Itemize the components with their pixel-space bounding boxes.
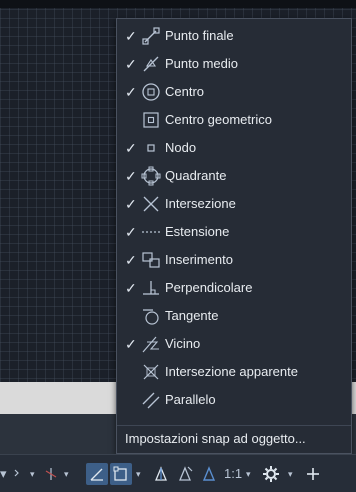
- menu-item-label: Intersezione: [165, 196, 236, 211]
- annotation-monitor-button[interactable]: [302, 463, 324, 485]
- check-mark: ✓: [125, 28, 137, 44]
- isodraft-button[interactable]: [40, 463, 62, 485]
- dropdown-caret[interactable]: ▾: [64, 465, 69, 483]
- intersection-icon: [143, 196, 159, 212]
- scale-label[interactable]: 1:1: [224, 465, 242, 483]
- menu-item-inserimento[interactable]: ✓ Inserimento: [117, 247, 351, 273]
- extension-icon: [142, 231, 160, 233]
- tangent-icon: [143, 309, 159, 325]
- plus-icon: [307, 468, 319, 480]
- menu-item-nodo[interactable]: ✓ Nodo: [117, 135, 351, 161]
- check-mark: ✓: [125, 336, 137, 352]
- menu-item-centro-geometrico[interactable]: Centro geometrico: [117, 107, 351, 133]
- menu-item-intersezione[interactable]: ✓ Intersezione: [117, 191, 351, 217]
- annotation-scale-button[interactable]: [198, 463, 220, 485]
- polar-tracking-icon: [90, 468, 103, 481]
- left-chevron-icon[interactable]: [12, 466, 22, 480]
- menu-item-label: Parallelo: [165, 392, 216, 407]
- workspace-button[interactable]: [260, 463, 282, 485]
- polar-tracking-button[interactable]: [86, 463, 108, 485]
- menu-item-centro[interactable]: ✓ Centro: [117, 79, 351, 105]
- apparent-intersection-icon: [143, 364, 159, 380]
- annotation-visibility-button[interactable]: [150, 463, 172, 485]
- check-mark: ✓: [125, 280, 137, 296]
- object-snap-menu: ✓ Punto finale ✓ Punto medio ✓ Centro Ce…: [116, 18, 352, 454]
- status-caret[interactable]: ▾: [0, 465, 7, 483]
- check-mark: ✓: [125, 224, 137, 240]
- menu-item-punto-finale[interactable]: ✓ Punto finale: [117, 23, 351, 49]
- object-snap-icon: [113, 466, 127, 481]
- status-bar: ▾ ▾ ▾ ▾ 1:1 ▾ ▾: [0, 454, 356, 492]
- menu-separator: [117, 425, 351, 426]
- menu-item-label: Perpendicolare: [165, 280, 253, 295]
- annotation-scale-icon: [202, 466, 216, 481]
- center-icon: [142, 83, 160, 101]
- menu-item-label: Intersezione apparente: [165, 364, 298, 379]
- menu-item-estensione[interactable]: ✓ Estensione: [117, 219, 351, 245]
- menu-item-label: Centro: [165, 84, 205, 99]
- isodraft-icon: [45, 468, 57, 480]
- insertion-icon: [142, 252, 160, 268]
- auto-scale-button[interactable]: [174, 463, 196, 485]
- menu-item-label: Inserimento: [165, 252, 233, 267]
- perpendicular-icon: [143, 281, 159, 295]
- menu-item-label: Estensione: [165, 224, 230, 239]
- geometric-center-icon: [143, 112, 159, 128]
- menu-item-label: Tangente: [165, 308, 219, 323]
- node-icon: [147, 144, 155, 152]
- menu-item-label: Punto medio: [165, 56, 238, 71]
- gear-icon: [263, 466, 279, 482]
- scale-dropdown[interactable]: ▾: [246, 465, 251, 483]
- check-mark: ✓: [125, 56, 137, 72]
- menu-item-perpendicolare[interactable]: ✓ Perpendicolare: [117, 275, 351, 301]
- object-snap-dropdown[interactable]: ▾: [136, 465, 141, 483]
- menu-item-label: Vicino: [165, 336, 201, 351]
- check-mark: ✓: [125, 252, 137, 268]
- annotation-visibility-icon: [155, 466, 167, 481]
- auto-scale-icon: [179, 466, 193, 481]
- menu-item-label: Quadrante: [165, 168, 227, 183]
- menu-item-label: Punto finale: [165, 28, 234, 43]
- check-mark: ✓: [125, 196, 137, 212]
- menu-item-tangente[interactable]: Tangente: [117, 303, 351, 329]
- parallel-icon: [142, 392, 160, 409]
- menu-item-label: Centro geometrico: [165, 112, 272, 127]
- menu-item-vicino[interactable]: ✓ Vicino: [117, 331, 351, 357]
- check-mark: ✓: [125, 140, 137, 156]
- menu-item-quadrante[interactable]: ✓ Quadrante: [117, 163, 351, 189]
- menu-item-label: Nodo: [165, 140, 197, 155]
- object-snap-button[interactable]: [110, 463, 132, 485]
- menu-item-parallelo[interactable]: Parallelo: [117, 387, 351, 413]
- canvas-top-strip: [0, 0, 356, 8]
- workspace-dropdown[interactable]: ▾: [288, 465, 293, 483]
- quadrant-icon: [141, 166, 161, 186]
- menu-item-punto-medio[interactable]: ✓ Punto medio: [117, 51, 351, 77]
- nearest-icon: [142, 336, 159, 353]
- dropdown-caret[interactable]: ▾: [30, 465, 35, 483]
- menu-item-intersezione-apparente[interactable]: Intersezione apparente: [117, 359, 351, 385]
- check-mark: ✓: [125, 84, 137, 100]
- endpoint-icon: [142, 27, 160, 45]
- check-mark: ✓: [125, 168, 137, 184]
- object-snap-settings-item[interactable]: Impostazioni snap ad oggetto...: [125, 430, 306, 448]
- midpoint-icon: [143, 56, 159, 72]
